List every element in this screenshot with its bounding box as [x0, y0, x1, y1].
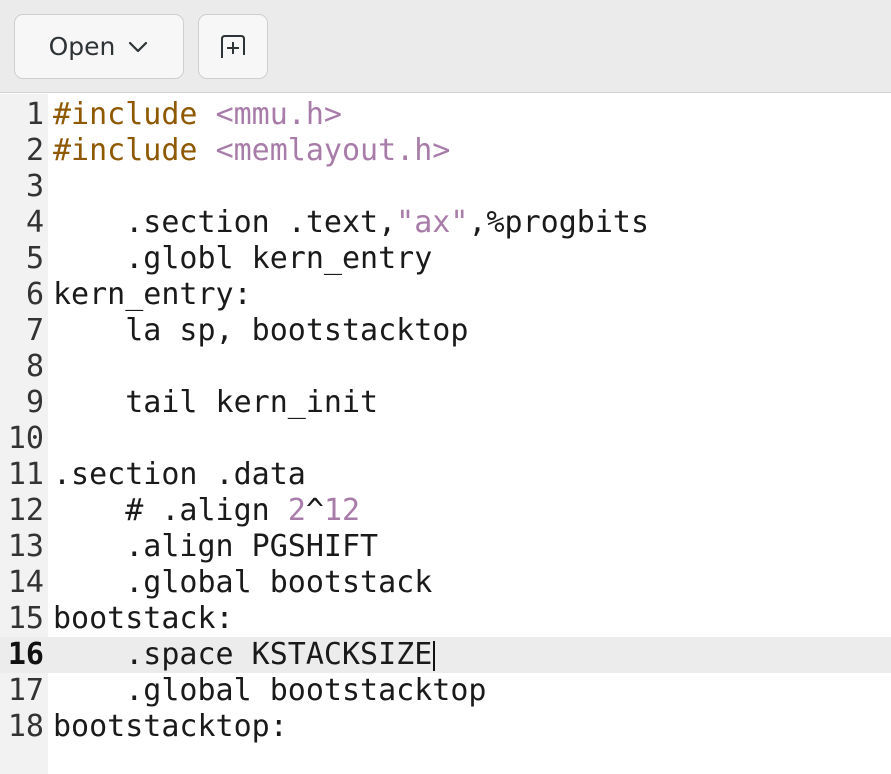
code-token-string: "ax" [396, 205, 469, 240]
code-text: kern_entry: [53, 277, 252, 313]
code-line[interactable]: 16 .space KSTACKSIZE [0, 637, 891, 673]
code-lines: 1 #include <mmu.h> 2 #include <memlayout.h>… [0, 97, 891, 745]
code-line[interactable]: 17 .global bootstacktop [0, 673, 891, 709]
line-number: 7 [25, 313, 44, 348]
header-bar: Open [0, 0, 891, 93]
code-token-text: kern_entry: [53, 277, 252, 312]
line-number: 5 [25, 241, 44, 276]
code-text: .globl kern_entry [53, 241, 432, 277]
chevron-down-icon [129, 41, 148, 52]
code-token-text: bootstack: [53, 601, 234, 636]
code-editor[interactable]: 1 #include <mmu.h> 2 #include <memlayout.h>… [0, 94, 891, 774]
code-token-text: .align PGSHIFT [53, 529, 379, 564]
code-token-number: 2 [287, 493, 306, 528]
code-text: .space KSTACKSIZE [53, 637, 436, 673]
line-number: 12 [7, 493, 44, 528]
code-text: la sp, bootstacktop [53, 313, 468, 349]
code-token-text: ,%progbits [468, 205, 650, 240]
code-text: .global bootstacktop [53, 673, 486, 709]
line-number: 11 [7, 457, 44, 492]
new-tab-icon [221, 34, 245, 58]
text-cursor [433, 640, 436, 671]
line-number: 18 [7, 709, 44, 744]
text-editor-window: Open 1 #include <mmu.h> 2 #include <memlayo… [0, 0, 891, 774]
code-text: #include <memlayout.h> [53, 133, 450, 169]
code-text: bootstack: [53, 601, 234, 637]
code-text: .align PGSHIFT [53, 529, 378, 565]
code-line[interactable]: 12 # .align 2^12 [0, 493, 891, 529]
code-token-text: .globl kern_entry [53, 241, 433, 276]
code-token-number: 12 [323, 493, 361, 528]
code-text: bootstacktop: [53, 709, 288, 745]
code-line[interactable]: 10 [0, 421, 891, 457]
line-number: 10 [7, 421, 44, 456]
code-token-text: .global bootstack [53, 565, 433, 600]
line-number: 3 [25, 169, 44, 204]
line-number: 13 [7, 529, 44, 564]
code-line[interactable]: 14 .global bootstack [0, 565, 891, 601]
code-token-preprocessor: #include [53, 133, 198, 168]
line-number: 9 [25, 385, 44, 420]
code-line[interactable]: 6 kern_entry: [0, 277, 891, 313]
line-number: 4 [25, 205, 44, 240]
code-line[interactable]: 2 #include <memlayout.h> [0, 133, 891, 169]
new-tab-button[interactable] [198, 14, 268, 79]
code-token-text: bootstacktop: [53, 709, 288, 744]
code-token-text: ^ [305, 493, 324, 528]
line-number: 8 [25, 349, 44, 384]
line-number: 15 [7, 601, 44, 636]
code-token-text: .global bootstacktop [53, 673, 487, 708]
code-line[interactable]: 15 bootstack: [0, 601, 891, 637]
code-token-preprocessor: #include [53, 97, 198, 132]
code-text: #include <mmu.h> [53, 97, 342, 133]
code-line[interactable]: 9 tail kern_init [0, 385, 891, 421]
open-button[interactable]: Open [14, 14, 184, 79]
line-number: 17 [7, 673, 44, 708]
code-token-string: <mmu.h> [215, 97, 342, 132]
code-token-text: la sp, bootstacktop [53, 313, 469, 348]
code-line[interactable]: 8 [0, 349, 891, 385]
code-token-text: tail kern_init [53, 385, 379, 420]
code-text: .section .text,"ax",%progbits [53, 205, 649, 241]
code-line[interactable]: 4 .section .text,"ax",%progbits [0, 205, 891, 241]
line-number: 16 [7, 637, 44, 672]
line-number: 6 [25, 277, 44, 312]
line-number: 2 [25, 133, 44, 168]
code-token-string: <memlayout.h> [215, 133, 451, 168]
code-line[interactable]: 18 bootstacktop: [0, 709, 891, 745]
code-text: .section .data [53, 457, 306, 493]
line-number: 14 [7, 565, 44, 600]
code-token-text: .section .text, [53, 205, 397, 240]
code-line[interactable]: 11 .section .data [0, 457, 891, 493]
code-line[interactable]: 13 .align PGSHIFT [0, 529, 891, 565]
code-line[interactable]: 5 .globl kern_entry [0, 241, 891, 277]
open-button-label: Open [48, 32, 116, 61]
code-text: # .align 2^12 [53, 493, 360, 529]
code-token-text: # .align [53, 493, 288, 528]
code-text: .global bootstack [53, 565, 432, 601]
code-token-text: .section .data [53, 457, 306, 492]
code-line[interactable]: 1 #include <mmu.h> [0, 97, 891, 133]
code-line[interactable]: 7 la sp, bootstacktop [0, 313, 891, 349]
code-line[interactable]: 3 [0, 169, 891, 205]
code-text: tail kern_init [53, 385, 378, 421]
code-token-text: .space KSTACKSIZE [53, 637, 433, 672]
line-number: 1 [25, 97, 44, 132]
